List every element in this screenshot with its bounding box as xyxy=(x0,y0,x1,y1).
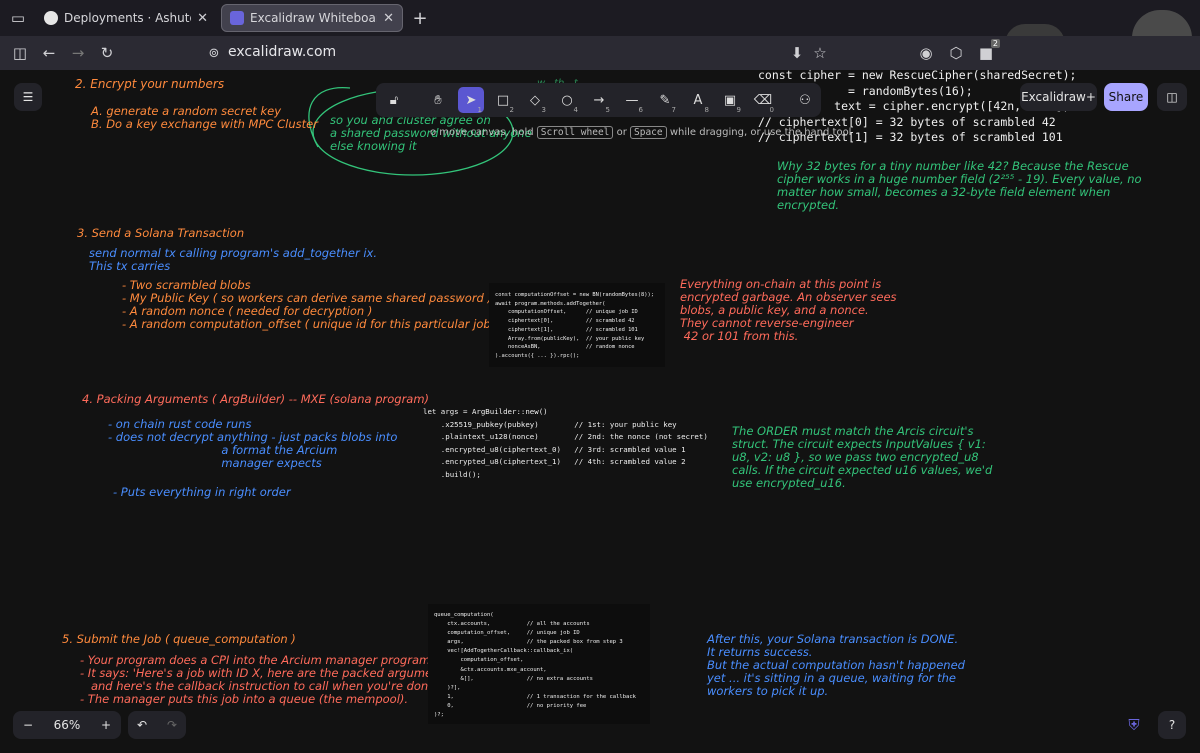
more-tools-icon[interactable]: ⚇ xyxy=(792,87,818,113)
arg-builder-code[interactable]: let args = ArgBuilder::new() .x25519_pub… xyxy=(423,406,708,482)
shield-icon[interactable]: ⛨ xyxy=(1122,711,1146,739)
zoom-controls: − 66% + xyxy=(13,711,121,739)
reload-icon[interactable]: ↻ xyxy=(97,43,117,63)
tool-shortcut: 5 xyxy=(605,106,610,114)
why-32-bytes-note[interactable]: Why 32 bytes for a tiny number like 42? … xyxy=(777,160,1142,212)
zoom-level[interactable]: 66% xyxy=(54,718,81,732)
shape-toolbar: 🔓︎ ✋︎ ➤ 1 □ 2 ◇ 3 ○ 4 → 5 —6 ✎ 7 A8 ▣ 9 ⌫ 0 ⚇ xyxy=(376,83,821,117)
diamond-tool-icon[interactable]: ◇ 3 xyxy=(522,87,548,115)
on-chain-garbage-note[interactable]: Everything on-chain at this point is enc… xyxy=(680,278,897,343)
hand-tool-icon[interactable]: ✋︎ xyxy=(425,87,451,113)
step-2-title[interactable]: 2. Encrypt your numbers xyxy=(75,78,224,91)
extension-icon[interactable]: 2 ■ xyxy=(976,39,1000,63)
image-tool-icon[interactable]: ▣ 9 xyxy=(717,87,743,115)
selection-tool-icon[interactable]: ➤ 1 xyxy=(458,87,484,114)
zoom-in-button[interactable]: + xyxy=(101,718,111,732)
github-icon xyxy=(44,11,58,25)
ellipse-tool-icon[interactable]: ○ 4 xyxy=(554,87,580,115)
tool-shortcut: 7 xyxy=(671,106,676,114)
eraser-tool-icon[interactable]: ⌫ 0 xyxy=(750,87,776,115)
tab-label: Deployments · Ashutoshx7/Portf xyxy=(64,11,191,25)
url-bar[interactable]: excalidraw.com xyxy=(228,44,336,60)
undo-icon[interactable]: ↶ xyxy=(137,718,147,732)
hint-text: while dragging, or use the hand tool xyxy=(669,127,852,138)
arrow-tool-icon[interactable]: → 5 xyxy=(586,87,612,115)
zoom-out-button[interactable]: − xyxy=(23,718,33,732)
hint-key: Scroll wheel xyxy=(536,126,614,139)
step-3-list[interactable]: - Two scrambled blobs - My Public Key ( … xyxy=(122,279,499,331)
help-icon: ? xyxy=(1168,718,1176,732)
tab-bar: ▭ Deployments · Ashutoshx7/Portf ✕ Excal… xyxy=(0,0,1200,70)
redo-icon[interactable]: ↷ xyxy=(167,718,177,732)
forward-icon[interactable]: → xyxy=(68,43,88,63)
excalidraw-plus-button[interactable]: Excalidraw+ xyxy=(1020,83,1097,111)
account-icon[interactable]: ◉ xyxy=(916,43,936,63)
transaction-done-note[interactable]: After this, your Solana transaction is D… xyxy=(707,633,965,698)
history-controls: ↶ ↷ xyxy=(128,711,186,739)
help-button[interactable]: ? xyxy=(1158,711,1186,739)
step-3-description[interactable]: send normal tx calling program's add_tog… xyxy=(89,247,377,273)
rectangle-tool-icon[interactable]: □ 2 xyxy=(490,87,516,115)
back-icon[interactable]: ← xyxy=(39,43,59,63)
save-to-pocket-icon[interactable]: ⬇ xyxy=(787,43,807,63)
tab-excalidraw[interactable]: Excalidraw Whiteboard ✕ xyxy=(221,4,403,32)
library-sidebar-button[interactable]: ◫ xyxy=(1157,83,1187,111)
tab-list-icon[interactable]: ▭ xyxy=(8,8,28,28)
tool-shortcut: 6 xyxy=(638,106,643,114)
canvas-hint: o move canvas, hold Scroll wheel or Spac… xyxy=(430,126,852,139)
tool-shortcut: 1 xyxy=(477,106,482,114)
step-4-title[interactable]: 4. Packing Arguments ( ArgBuilder) -- MX… xyxy=(82,393,429,406)
step-4-order[interactable]: - Puts everything in right order xyxy=(113,486,291,499)
text-tool-icon[interactable]: A8 xyxy=(685,87,711,115)
extensions-icon[interactable]: ⬡ xyxy=(946,43,966,63)
close-tab-icon[interactable]: ✕ xyxy=(197,11,208,26)
add-together-code: const computationOffset = new BN(randomB… xyxy=(495,292,655,359)
line-tool-icon[interactable]: —6 xyxy=(619,87,645,115)
hint-text: o move canvas, hold xyxy=(430,127,534,138)
queue-computation-code: queue_computation( ctx.accounts, // all … xyxy=(434,612,636,719)
order-note[interactable]: The ORDER must match the Arcis circuit's… xyxy=(732,425,992,490)
tool-shortcut: 8 xyxy=(704,106,709,114)
draw-tool-icon[interactable]: ✎ 7 xyxy=(652,87,678,115)
sidebar-toggle-icon[interactable]: ◫ xyxy=(10,43,30,63)
step-2-item-b[interactable]: B. Do a key exchange with MPC Cluster xyxy=(91,118,318,131)
share-button[interactable]: Share xyxy=(1104,83,1148,111)
tool-shortcut: 2 xyxy=(509,106,514,114)
excalidraw-icon xyxy=(230,11,244,25)
extension-badge: 2 xyxy=(990,39,1000,48)
tool-shortcut: 9 xyxy=(736,106,741,114)
step-5-description[interactable]: - Your program does a CPI into the Arciu… xyxy=(80,654,454,706)
main-menu-button[interactable]: ☰ xyxy=(14,83,42,111)
tool-shortcut: 0 xyxy=(769,106,774,114)
tool-shortcut: 3 xyxy=(541,106,546,114)
site-info-icon[interactable]: ⊚ xyxy=(204,43,224,63)
bookmark-star-icon[interactable]: ☆ xyxy=(810,43,830,63)
step-3-title[interactable]: 3. Send a Solana Transaction xyxy=(77,227,244,240)
tool-shortcut: 4 xyxy=(573,106,578,114)
new-tab-icon[interactable]: + xyxy=(410,8,430,29)
step-5-title[interactable]: 5. Submit the Job ( queue_computation ) xyxy=(62,633,296,646)
tab-deployments[interactable]: Deployments · Ashutoshx7/Portf ✕ xyxy=(36,4,216,32)
hint-text: or xyxy=(616,127,627,138)
sidebar-icon: ◫ xyxy=(1166,90,1178,104)
lock-tool-icon[interactable]: 🔓︎ xyxy=(381,87,407,113)
nav-bar: ◫ ← → ↻ ⊚ excalidraw.com ⬇ ☆ ◉ ⬡ 2 ■ xyxy=(0,36,1200,70)
hint-key: Space xyxy=(630,126,667,139)
tab-label: Excalidraw Whiteboard xyxy=(250,11,378,25)
close-tab-icon[interactable]: ✕ xyxy=(383,11,394,26)
step-4-description[interactable]: - on chain rust code runs - does not dec… xyxy=(108,418,397,470)
hamburger-icon: ☰ xyxy=(22,90,34,104)
whiteboard-canvas[interactable]: 2. Encrypt your numbers A. generate a ra… xyxy=(0,70,1200,753)
